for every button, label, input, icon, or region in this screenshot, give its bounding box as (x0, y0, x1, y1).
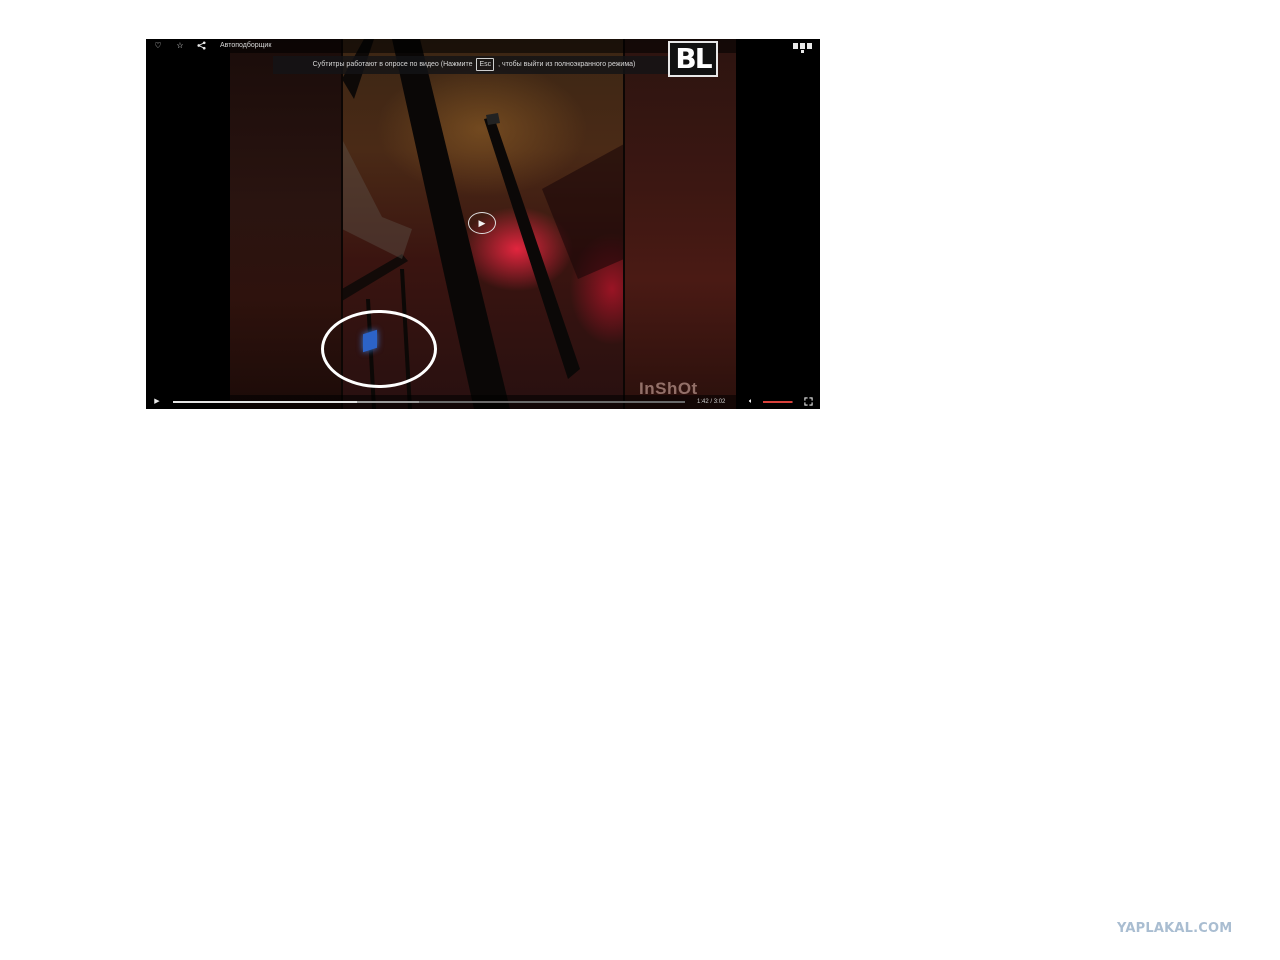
heart-icon[interactable]: ♡ (153, 41, 163, 51)
volume-level (763, 401, 792, 403)
bl-logo: BL (668, 41, 718, 77)
video-player[interactable]: ▶ InShOt ♡ ☆ Автоподборщик Субтитры рабо… (146, 39, 820, 409)
time-display: 1:42 / 3:02 (697, 397, 725, 407)
player-controls: ▶ 1:42 / 3:02 🔈︎ (146, 395, 820, 409)
video-edge-right (623, 39, 625, 409)
duration: 3:02 (713, 399, 726, 405)
play-button[interactable]: ▶ (152, 397, 162, 407)
time-separator: / (710, 399, 713, 405)
notice-text-before: Субтитры работают в опросе по видео (Наж… (312, 61, 473, 68)
highlight-circle (321, 310, 437, 388)
site-watermark: YAPLAKAL.COM (1117, 921, 1233, 936)
progress-played (173, 401, 358, 403)
video-frame[interactable]: ▶ InShOt (146, 39, 820, 409)
video-right-blur (624, 39, 736, 409)
notice-text-after: , чтобы выйти из полноэкранного режима) (498, 61, 636, 68)
center-play-button[interactable]: ▶ (468, 212, 496, 234)
current-time: 1:42 (697, 399, 709, 405)
star-icon[interactable]: ☆ (175, 41, 185, 51)
notice-key: Esc (476, 58, 495, 71)
player-logo-icon[interactable] (792, 42, 814, 54)
volume-slider[interactable] (763, 401, 793, 403)
fullscreen-notice: Субтитры работают в опросе по видео (Наж… (273, 56, 675, 74)
play-icon: ▶ (478, 218, 486, 228)
video-title[interactable]: Автоподборщик (220, 41, 271, 51)
player-top-bar: ♡ ☆ Автоподборщик (146, 39, 820, 53)
progress-bar[interactable] (173, 401, 685, 403)
play-icon: ▶ (154, 398, 160, 405)
fullscreen-icon[interactable] (803, 397, 813, 407)
share-icon[interactable] (196, 41, 206, 51)
volume-icon[interactable]: 🔈︎ (746, 397, 756, 407)
